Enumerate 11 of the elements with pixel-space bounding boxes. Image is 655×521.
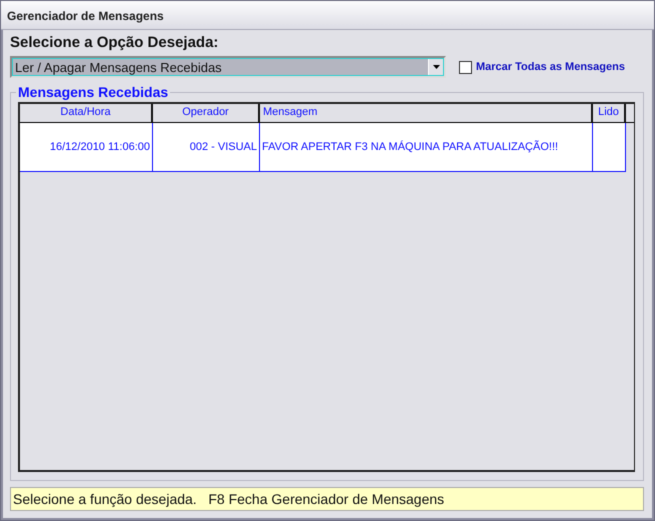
table-cell: [593, 123, 626, 172]
table-cell: 16/12/2010 11:06:00: [20, 123, 153, 172]
window-title: Gerenciador de Mensagens: [1, 1, 654, 30]
status-bar: Selecione a função desejada. F8 Fecha Gerenciador de Mensagens: [10, 487, 644, 511]
table-cell: 002 - VISUAL: [153, 123, 260, 172]
option-label: Selecione a Opção Desejada:: [10, 34, 220, 53]
option-dropdown[interactable]: Ler / Apagar Mensagens Recebidas: [10, 56, 446, 78]
mark-all-label[interactable]: Marcar Todas as Mensagens: [476, 61, 625, 73]
table-cell: FAVOR APERTAR F3 NA MÁQUINA PARA ATUALIZAÇÃO!!!: [260, 123, 593, 172]
group-title: Mensagens Recebidas: [17, 84, 170, 100]
mark-all-checkbox[interactable]: [459, 60, 472, 74]
